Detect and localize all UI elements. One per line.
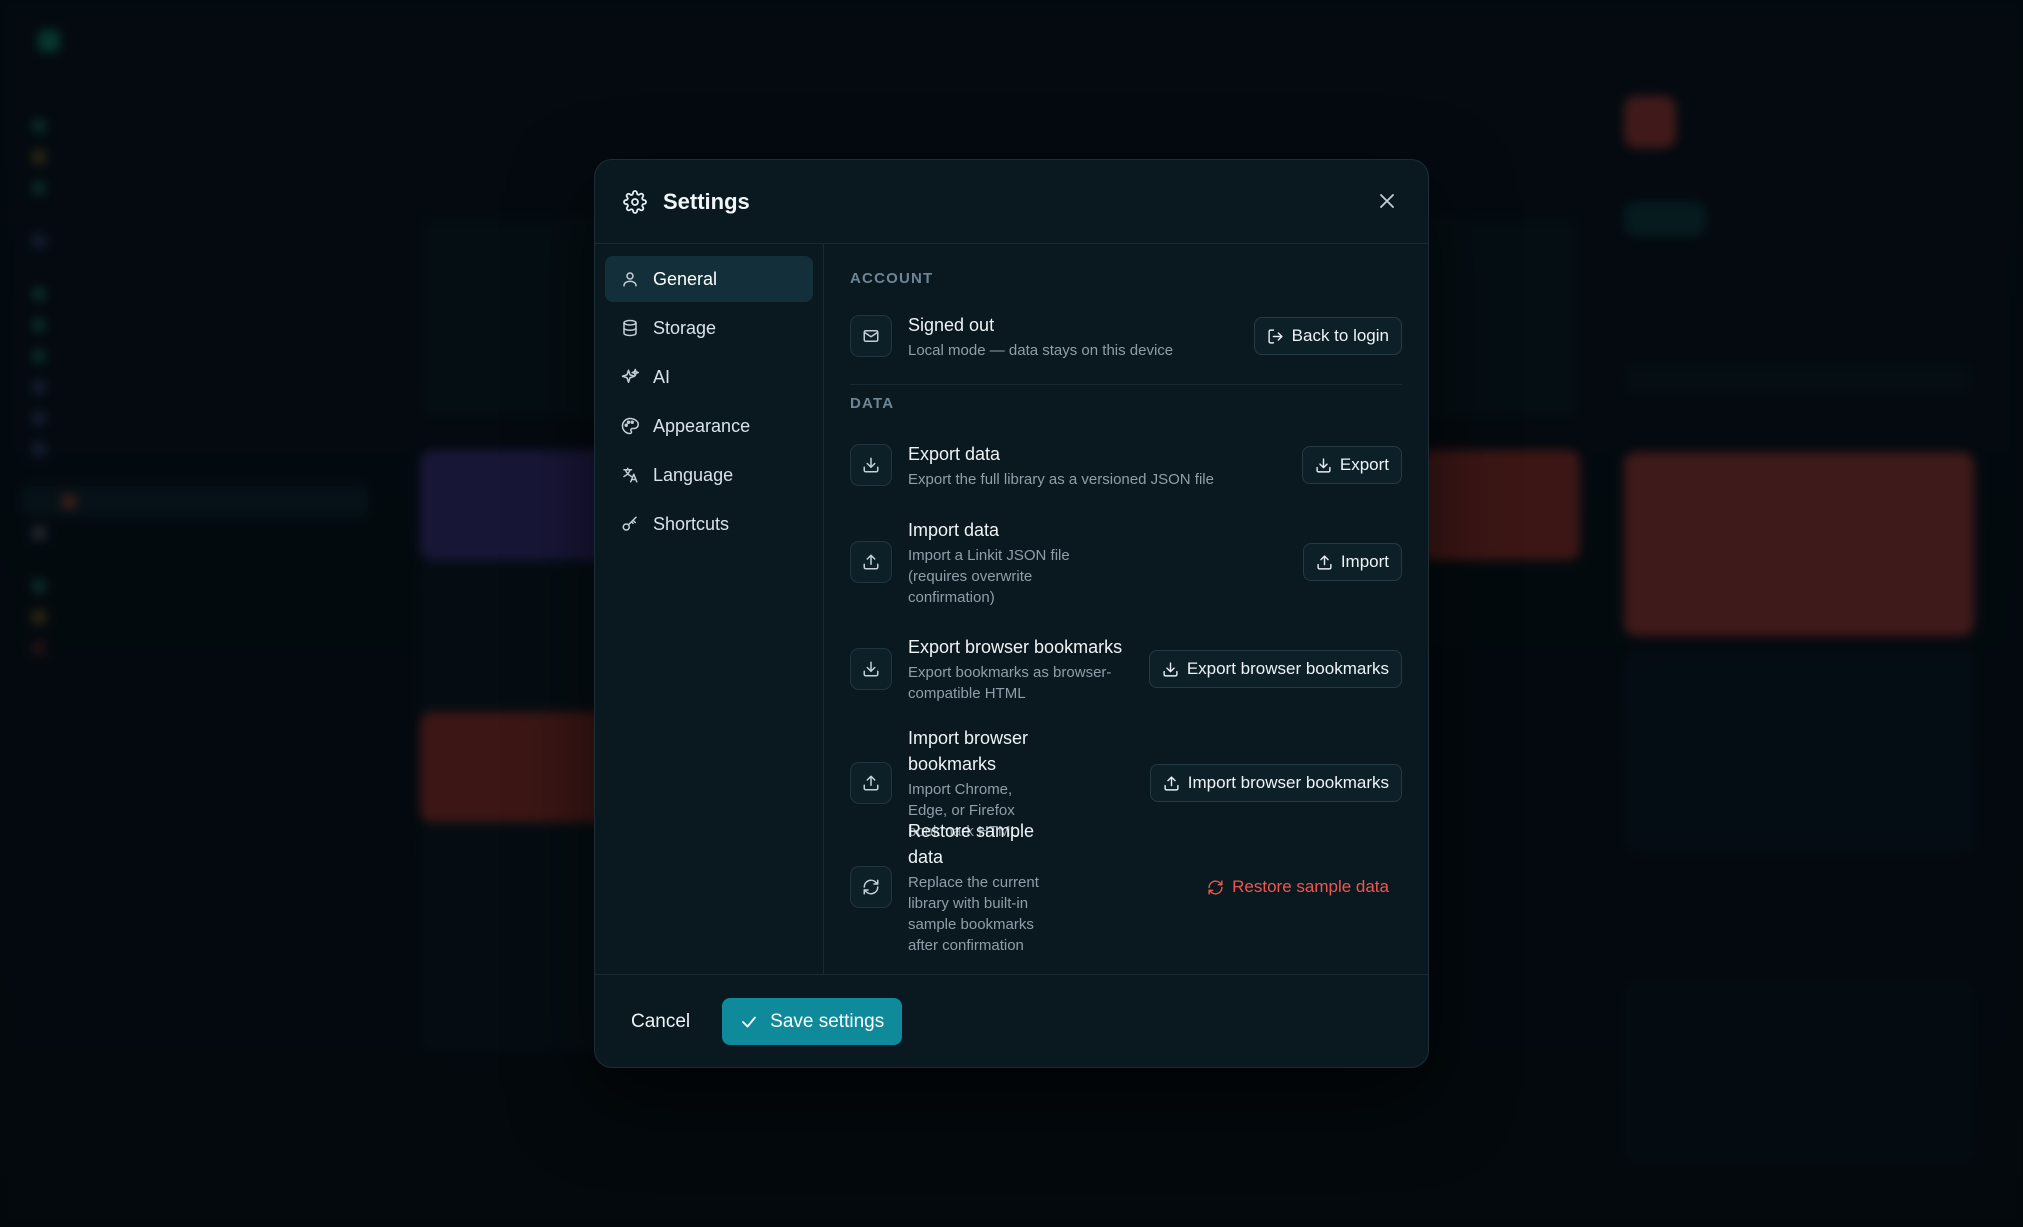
nav-item-storage[interactable]: Storage [605, 305, 813, 351]
refresh-icon [850, 866, 892, 908]
modal-header: Settings [595, 160, 1428, 244]
gear-icon [623, 189, 647, 214]
mail-icon [850, 315, 892, 357]
restore-sample-row: Restore sample data Replace the current … [850, 821, 1402, 954]
download-icon [850, 444, 892, 486]
modal-title: Settings [663, 188, 750, 214]
back-to-login-button[interactable]: Back to login [1253, 317, 1402, 355]
import-bookmarks-row: Import browser bookmarks Import Chrome, … [850, 728, 1403, 840]
restore-sample-data-label: Restore sample data [1232, 877, 1389, 896]
cancel-button[interactable]: Cancel [625, 1011, 696, 1033]
database-icon [621, 319, 639, 337]
restore-sample-desc: Replace the current library with built-i… [908, 874, 1039, 954]
sparkles-icon [621, 368, 639, 386]
close-icon [1380, 194, 1394, 208]
back-to-login-label: Back to login [1291, 326, 1389, 345]
divider [850, 384, 1402, 385]
export-button-label: Export [1339, 455, 1389, 474]
account-status-desc: Local mode — data stays on this device [908, 341, 1174, 359]
save-settings-label: Save settings [770, 1010, 885, 1032]
nav-label: AI [653, 366, 671, 387]
download-icon [1316, 457, 1331, 473]
import-data-title: Import data [908, 519, 1000, 540]
export-bookmarks-text: Export browser bookmarks Export bookmark… [908, 634, 1122, 704]
data-section-label: DATA [850, 395, 895, 412]
key-icon [621, 515, 639, 533]
export-data-row: Export data Export the full library as a… [850, 441, 1402, 489]
import-button-label: Import [1340, 552, 1389, 571]
settings-content: ACCOUNT Signed out Local mode — data sta… [824, 244, 1428, 974]
account-status-title: Signed out [908, 314, 995, 335]
check-icon [742, 1016, 757, 1027]
download-icon [850, 648, 892, 690]
nav-label: Appearance [653, 415, 751, 436]
export-data-desc: Export the full library as a versioned J… [908, 470, 1214, 488]
export-button[interactable]: Export [1301, 446, 1402, 484]
export-browser-bookmarks-button[interactable]: Export browser bookmarks [1148, 650, 1402, 688]
import-data-desc: Import a Linkit JSON file (requires over… [908, 546, 1070, 606]
export-data-text: Export data Export the full library as a… [908, 441, 1302, 490]
nav-label: Shortcuts [653, 513, 730, 534]
import-data-row: Import data Import a Linkit JSON file (r… [850, 520, 1402, 606]
settings-modal: Settings General Storage AI Appearance L… [594, 159, 1429, 1068]
upload-icon [1317, 554, 1332, 570]
restore-sample-title: Restore sample data [908, 821, 1035, 867]
modal-footer: Cancel Save settings [595, 975, 1428, 1067]
nav-item-language[interactable]: Language [605, 452, 813, 498]
nav-label: Language [653, 464, 734, 485]
translate-icon [621, 466, 639, 484]
user-icon [621, 270, 639, 288]
account-text: Signed out Local mode — data stays on th… [908, 312, 1254, 361]
nav-label: General [653, 268, 718, 289]
account-row: Signed out Local mode — data stays on th… [850, 312, 1402, 360]
upload-icon [850, 541, 892, 583]
import-data-text: Import data Import a Linkit JSON file (r… [908, 517, 1105, 608]
restore-sample-text: Restore sample data Replace the current … [908, 818, 1051, 956]
nav-item-general[interactable]: General [605, 256, 813, 302]
import-button[interactable]: Import [1302, 543, 1402, 581]
export-bookmarks-desc: Export bookmarks as browser-compatible H… [908, 664, 1112, 702]
modal-body: General Storage AI Appearance Language S… [595, 244, 1428, 975]
close-button[interactable] [1374, 188, 1400, 214]
nav-item-ai[interactable]: AI [605, 354, 813, 400]
log-in-icon [1268, 328, 1283, 344]
export-bookmarks-title: Export browser bookmarks [908, 637, 1123, 657]
nav-item-appearance[interactable]: Appearance [605, 403, 813, 449]
export-data-title: Export data [908, 443, 1001, 464]
settings-nav: General Storage AI Appearance Language S… [595, 244, 824, 974]
upload-icon [1164, 775, 1179, 791]
save-settings-button[interactable]: Save settings [722, 998, 903, 1045]
refresh-icon [1208, 879, 1223, 895]
palette-icon [621, 417, 639, 435]
export-bookmarks-row: Export browser bookmarks Export bookmark… [850, 637, 1402, 702]
nav-label: Storage [653, 317, 717, 338]
nav-item-shortcuts[interactable]: Shortcuts [605, 501, 813, 547]
import-browser-bookmarks-label: Import browser bookmarks [1187, 773, 1390, 792]
upload-icon [850, 762, 892, 804]
download-icon [1163, 661, 1178, 677]
import-bookmarks-title: Import browser bookmarks [908, 727, 1029, 774]
restore-sample-data-button[interactable]: Restore sample data [1194, 868, 1402, 906]
export-browser-bookmarks-label: Export browser bookmarks [1186, 659, 1389, 678]
account-section-label: ACCOUNT [850, 270, 934, 287]
import-browser-bookmarks-button[interactable]: Import browser bookmarks [1149, 764, 1403, 802]
